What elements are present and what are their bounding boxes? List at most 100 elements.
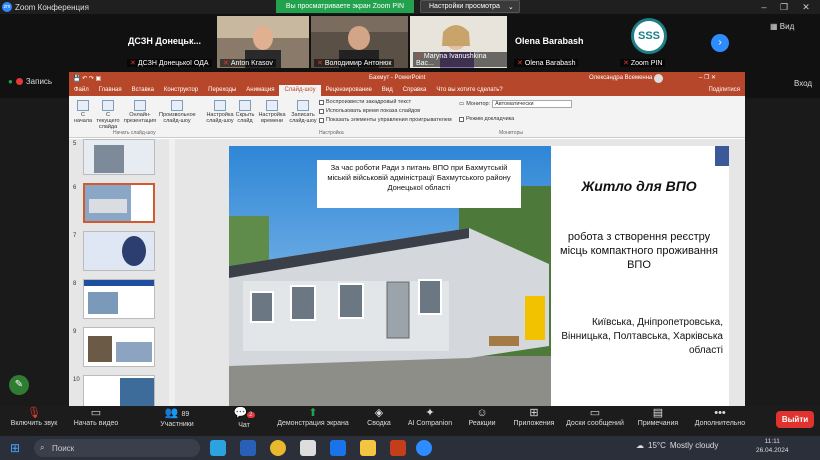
reactions-label: Реакции	[468, 420, 496, 427]
word-icon[interactable]	[240, 440, 256, 456]
monitor-select[interactable]: ▭ Монитор: Автоматически	[459, 100, 573, 108]
zoom-taskbar-icon[interactable]	[416, 440, 432, 456]
app-icon[interactable]	[300, 440, 316, 456]
view-options-label: Настройки просмотра	[429, 3, 500, 10]
close-icon[interactable]: ✕	[798, 1, 814, 13]
slide-thumbnail[interactable]	[83, 327, 155, 367]
custom-slideshow-button[interactable]: Произвольное слайд-шоу	[159, 100, 196, 124]
ribbon-tab[interactable]: Переходы	[203, 85, 241, 96]
search-icon: ⌕	[40, 443, 45, 452]
checkbox-icon	[459, 116, 464, 122]
unmute-button[interactable]: 🎙 Включить звук	[0, 407, 68, 427]
screen-share-banner: Вы просматриваете экран Zoom PIN	[276, 0, 414, 13]
participant-tile[interactable]: ✕ Володимир Антонюк	[311, 16, 408, 68]
group-setup-label: Настройка	[319, 130, 344, 136]
telegram-icon[interactable]	[210, 440, 226, 456]
windows-start-icon[interactable]: ⊞	[10, 441, 20, 455]
participant-tile[interactable]: ДСЗН Донецьк... ✕ ДСЗН Донецької ОДА	[124, 16, 216, 68]
participants-count: 89	[181, 411, 190, 418]
user-avatar[interactable]	[654, 74, 663, 83]
powerpoint-icon[interactable]	[390, 440, 406, 456]
participants-icon: 👥 89	[164, 407, 190, 419]
mic-muted-icon: ✕	[623, 60, 629, 67]
ribbon-tab[interactable]: Справка	[398, 85, 432, 96]
slide-thumbnail[interactable]	[83, 375, 155, 406]
current-slide[interactable]: За час роботи Ради з питань ВПО при Бахм…	[229, 146, 729, 406]
video-label: Начать видео	[73, 420, 119, 427]
participant-tile[interactable]: ✕ Maryna Ivanushkina Вас...	[410, 16, 507, 68]
chrome-icon[interactable]	[270, 440, 286, 456]
participant-label-text: Anton Krasov	[230, 60, 273, 67]
slide-heading: Житло для ВПО	[581, 178, 697, 194]
quick-access-icons[interactable]: 💾 ↶ ↷ ▣	[73, 75, 101, 82]
start-video-button[interactable]: ▭ Начать видео	[62, 407, 130, 427]
record-slideshow-button[interactable]: Записать слайд-шоу	[289, 100, 317, 124]
organization-logo-text: SSS	[637, 30, 660, 42]
view-options-dropdown[interactable]: Настройки просмотра ⌄	[420, 0, 520, 13]
narration-checkbox[interactable]: Воспроизвести закадровый текст	[319, 99, 411, 105]
ribbon-tab[interactable]: Главная	[94, 85, 127, 96]
share-button[interactable]: Поділитися	[703, 85, 745, 96]
leave-button[interactable]: Выйти	[776, 411, 814, 428]
recording-label: Запись	[25, 77, 53, 86]
ribbon-tab[interactable]: Рецензирование	[321, 85, 377, 96]
slide-thumbnail-selected[interactable]	[83, 183, 155, 223]
rehearse-timings-button[interactable]: Настройка времени	[257, 100, 287, 124]
more-button[interactable]: ••• Дополнительно	[686, 407, 754, 427]
shield-icon: ●	[8, 77, 13, 86]
ribbon-tab[interactable]: Что вы хотите сделать?	[431, 85, 507, 96]
ppt-window-controls[interactable]: – ❐ ✕	[699, 74, 716, 81]
record-dot-icon	[15, 78, 23, 85]
slide-thumbnail[interactable]	[83, 231, 155, 271]
mic-muted-icon: 🎙	[27, 407, 41, 419]
participants-label: Участники	[160, 421, 194, 428]
timings-checkbox[interactable]: Использовать время показа слайдов	[319, 108, 420, 114]
maximize-icon[interactable]: ❐	[776, 1, 792, 13]
edge-icon[interactable]	[330, 440, 346, 456]
ribbon-tab[interactable]: Анимация	[241, 85, 279, 96]
ribbon-tab[interactable]: Файл	[69, 85, 94, 96]
from-start-button[interactable]: С начала	[73, 100, 93, 124]
clock-time: 11:11	[764, 438, 780, 445]
media-controls-checkbox[interactable]: Показать элементы управления проигрывате…	[319, 117, 452, 123]
taskbar-clock[interactable]: 11:11 26.04.2024	[756, 437, 789, 455]
from-current-button[interactable]: С текущего слайда	[95, 100, 121, 130]
ribbon: С начала С текущего слайда Онлайн-презен…	[69, 96, 745, 138]
next-page-arrow-icon[interactable]: ›	[711, 34, 729, 52]
mic-muted-icon: ✕	[317, 60, 323, 67]
annotate-pencil-icon[interactable]: ✎	[9, 375, 29, 395]
online-presentation-button[interactable]: Онлайн-презентация	[123, 100, 157, 124]
hide-slide-button[interactable]: Скрыть слайд	[235, 100, 255, 124]
view-button[interactable]: ▦ Вид	[770, 22, 814, 36]
minimize-icon[interactable]: –	[756, 1, 772, 13]
record-icon	[297, 100, 309, 111]
participant-tile[interactable]: ✕ Anton Krasov	[217, 16, 309, 68]
ppt-window-title: Бахмут - PowerPoint	[369, 75, 426, 81]
slideshow-start-icon	[77, 100, 89, 111]
setup-slideshow-button[interactable]: Настройка слайд-шоу	[205, 100, 235, 124]
monitor-label: Монитор:	[466, 101, 491, 107]
exit-label[interactable]: Вход	[794, 79, 812, 88]
slide-body-text: робота з створення реєстру місць компакт…	[560, 231, 718, 271]
search-label: Поиск	[52, 443, 75, 453]
whiteboards-button[interactable]: ▭ Доски сообщений	[556, 407, 634, 427]
file-explorer-icon[interactable]	[360, 440, 376, 456]
slide-thumbnail[interactable]	[83, 139, 155, 175]
ribbon-tab[interactable]: Вставка	[127, 85, 159, 96]
ribbon-tab[interactable]: Вид	[377, 85, 398, 96]
taskbar-search[interactable]: ⌕ Поиск	[34, 439, 200, 457]
recording-indicator[interactable]: ● Запись	[8, 77, 52, 86]
thumbnail-image-2	[116, 342, 152, 362]
slide-thumbnail[interactable]	[83, 279, 155, 319]
ribbon-tab[interactable]: Слайд-шоу	[279, 85, 321, 96]
weather-widget[interactable]: ☁ 15°C Mostly cloudy	[636, 441, 718, 450]
zoom-logo-icon: zm	[2, 2, 12, 12]
participant-tile[interactable]: SSS ✕ Zoom PIN	[617, 16, 707, 68]
more-label: Дополнительно	[694, 420, 746, 427]
participants-button[interactable]: 👥 89 Участники	[143, 407, 211, 428]
presenter-view-checkbox[interactable]: Режим докладчика	[459, 116, 514, 122]
ribbon-tab[interactable]: Конструктор	[159, 85, 203, 96]
notes-button[interactable]: ▤ Примечания	[624, 407, 692, 427]
participant-tile[interactable]: Olena Barabash ✕ Olena Barabash	[511, 16, 615, 68]
mic-muted-icon: ✕	[130, 60, 136, 67]
